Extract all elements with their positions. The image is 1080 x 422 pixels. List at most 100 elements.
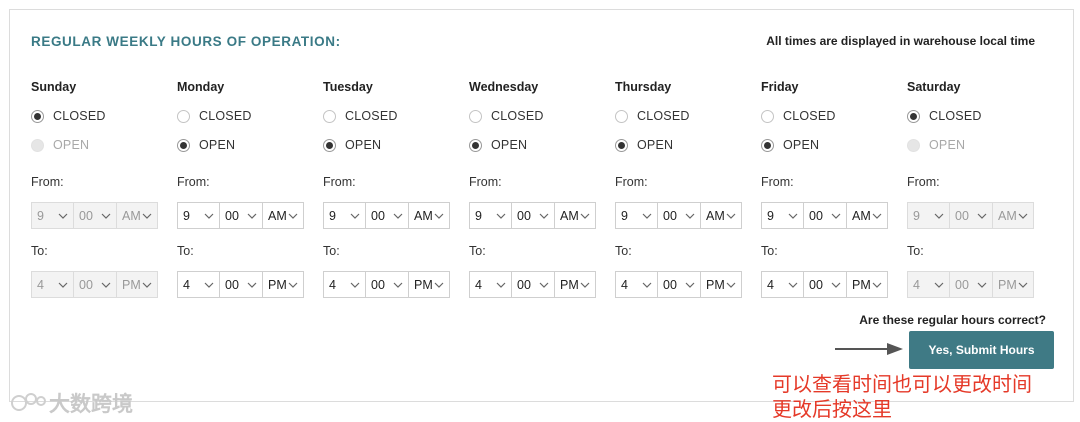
to-minute-select[interactable]: 00 bbox=[803, 271, 847, 298]
to-period-value: PM bbox=[852, 277, 871, 292]
chevron-down-icon bbox=[539, 280, 549, 290]
chevron-down-icon bbox=[539, 211, 549, 221]
watermark-text: 大数跨境 bbox=[49, 392, 133, 416]
to-period-select[interactable]: PM bbox=[554, 271, 596, 298]
open-label: OPEN bbox=[345, 138, 382, 152]
to-period-select[interactable]: PM bbox=[700, 271, 742, 298]
chevron-down-icon bbox=[101, 211, 111, 221]
to-period-select[interactable]: PM bbox=[262, 271, 304, 298]
chevron-down-icon bbox=[580, 211, 590, 221]
to-minute-select[interactable]: 00 bbox=[657, 271, 701, 298]
to-hour-select[interactable]: 4 bbox=[323, 271, 366, 298]
chevron-down-icon bbox=[872, 211, 882, 221]
closed-option[interactable]: CLOSED bbox=[615, 108, 690, 124]
closed-radio[interactable] bbox=[177, 109, 190, 123]
closed-label: CLOSED bbox=[345, 109, 398, 123]
closed-radio[interactable] bbox=[31, 109, 44, 123]
submit-hours-button[interactable]: Yes, Submit Hours bbox=[909, 331, 1054, 369]
to-period-value: PM bbox=[998, 277, 1017, 292]
open-radio[interactable] bbox=[761, 138, 774, 152]
to-period-select[interactable]: PM bbox=[846, 271, 888, 298]
from-minute-select[interactable]: 00 bbox=[219, 202, 263, 229]
closed-radio[interactable] bbox=[907, 109, 920, 123]
to-hour-select[interactable]: 4 bbox=[469, 271, 512, 298]
from-period-select[interactable]: AM bbox=[554, 202, 596, 229]
chevron-down-icon bbox=[934, 280, 944, 290]
to-period-select[interactable]: PM bbox=[408, 271, 450, 298]
from-period-select[interactable]: AM bbox=[846, 202, 888, 229]
to-minute-value: 00 bbox=[809, 277, 823, 292]
closed-option[interactable]: CLOSED bbox=[761, 108, 836, 124]
closed-radio[interactable] bbox=[323, 109, 336, 123]
to-minute-value: 00 bbox=[371, 277, 385, 292]
open-radio[interactable] bbox=[469, 138, 482, 152]
watermark-logo-icon bbox=[11, 393, 46, 411]
closed-option[interactable]: CLOSED bbox=[31, 108, 106, 124]
to-minute-select: 00 bbox=[73, 271, 117, 298]
from-minute-select[interactable]: 00 bbox=[803, 202, 847, 229]
to-time-group: 4 00 PM bbox=[615, 271, 742, 298]
from-minute-select[interactable]: 00 bbox=[365, 202, 409, 229]
closed-option[interactable]: CLOSED bbox=[907, 108, 982, 124]
to-period-value: PM bbox=[706, 277, 725, 292]
from-hour-select[interactable]: 9 bbox=[761, 202, 804, 229]
chevron-down-icon bbox=[977, 211, 987, 221]
to-hour-select[interactable]: 4 bbox=[615, 271, 658, 298]
from-hour-value: 9 bbox=[621, 208, 628, 223]
chevron-down-icon bbox=[101, 280, 111, 290]
from-hour-select[interactable]: 9 bbox=[469, 202, 512, 229]
chevron-down-icon bbox=[831, 211, 841, 221]
chevron-down-icon bbox=[642, 211, 652, 221]
from-hour-select[interactable]: 9 bbox=[615, 202, 658, 229]
to-hour-value: 4 bbox=[913, 277, 920, 292]
closed-radio[interactable] bbox=[615, 109, 628, 123]
to-hour-select[interactable]: 4 bbox=[761, 271, 804, 298]
closed-label: CLOSED bbox=[637, 109, 690, 123]
open-option[interactable]: OPEN bbox=[323, 137, 381, 153]
chevron-down-icon bbox=[434, 280, 444, 290]
to-minute-select[interactable]: 00 bbox=[365, 271, 409, 298]
from-period-select[interactable]: AM bbox=[262, 202, 304, 229]
chevron-down-icon bbox=[642, 280, 652, 290]
open-radio[interactable] bbox=[177, 138, 190, 152]
to-minute-select[interactable]: 00 bbox=[511, 271, 555, 298]
chevron-down-icon bbox=[934, 211, 944, 221]
to-minute-select[interactable]: 00 bbox=[219, 271, 263, 298]
from-minute-select[interactable]: 00 bbox=[511, 202, 555, 229]
open-option[interactable]: OPEN bbox=[469, 137, 527, 153]
open-option[interactable]: OPEN bbox=[177, 137, 235, 153]
to-hour-value: 4 bbox=[37, 277, 44, 292]
from-label: From: bbox=[761, 175, 794, 189]
to-hour-select[interactable]: 4 bbox=[177, 271, 220, 298]
from-minute-select[interactable]: 00 bbox=[657, 202, 701, 229]
to-time-group: 4 00 PM bbox=[907, 271, 1034, 298]
chevron-down-icon bbox=[788, 280, 798, 290]
open-option[interactable]: OPEN bbox=[761, 137, 819, 153]
to-period-value: PM bbox=[122, 277, 141, 292]
open-radio[interactable] bbox=[615, 138, 628, 152]
closed-option[interactable]: CLOSED bbox=[469, 108, 544, 124]
closed-option[interactable]: CLOSED bbox=[177, 108, 252, 124]
chevron-down-icon bbox=[350, 211, 360, 221]
open-option[interactable]: OPEN bbox=[615, 137, 673, 153]
open-option: OPEN bbox=[31, 137, 89, 153]
from-period-value: AM bbox=[560, 208, 579, 223]
from-period-select[interactable]: AM bbox=[408, 202, 450, 229]
open-label: OPEN bbox=[637, 138, 674, 152]
closed-radio[interactable] bbox=[761, 109, 774, 123]
from-hour-value: 9 bbox=[329, 208, 336, 223]
from-period-value: AM bbox=[852, 208, 871, 223]
open-radio[interactable] bbox=[323, 138, 336, 152]
closed-option[interactable]: CLOSED bbox=[323, 108, 398, 124]
from-period-select: AM bbox=[992, 202, 1034, 229]
from-minute-value: 00 bbox=[517, 208, 531, 223]
from-hour-select[interactable]: 9 bbox=[323, 202, 366, 229]
from-period-select[interactable]: AM bbox=[700, 202, 742, 229]
to-label: To: bbox=[907, 244, 924, 258]
from-hour-select[interactable]: 9 bbox=[177, 202, 220, 229]
day-name: Monday bbox=[177, 80, 225, 94]
to-hour-value: 4 bbox=[183, 277, 190, 292]
closed-radio[interactable] bbox=[469, 109, 482, 123]
annotation-line-1: 可以查看时间也可以更改时间 bbox=[772, 372, 1032, 396]
to-minute-value: 00 bbox=[663, 277, 677, 292]
